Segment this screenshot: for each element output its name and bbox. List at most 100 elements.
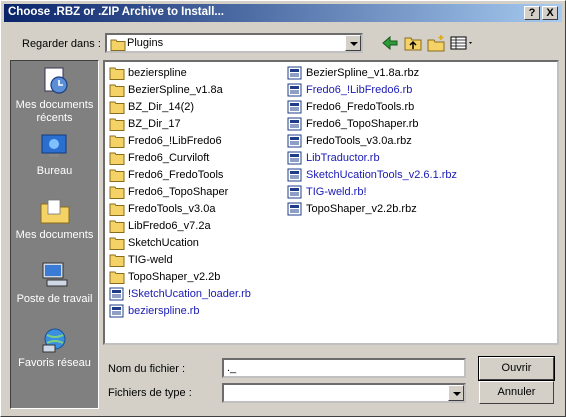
folder-item[interactable]: Fredo6_FredoTools: [109, 166, 223, 183]
ruby-file-icon: [287, 202, 302, 215]
new-folder-icon[interactable]: [426, 34, 446, 52]
item-name: Fredo6_TopoShaper.rb: [306, 117, 419, 130]
folder-item[interactable]: SketchUcation: [109, 234, 199, 251]
filename-input[interactable]: [222, 358, 466, 378]
file-open-dialog: Choose .RBZ or .ZIP Archive to Install..…: [0, 0, 566, 417]
folder-item[interactable]: FredoTools_v3.0a: [109, 200, 215, 217]
look-in-value: Plugins: [127, 37, 164, 49]
place-recent-documents[interactable]: Mes documents récents: [11, 65, 98, 125]
folder-icon: [109, 271, 125, 284]
item-name: FredoTools_v3.0a: [128, 202, 216, 215]
chevron-down-icon[interactable]: [345, 35, 361, 51]
filename-label: Nom du fichier :: [108, 363, 186, 375]
folder-icon: [109, 203, 125, 216]
file-item[interactable]: Fredo6_TopoShaper.rb: [287, 115, 419, 132]
folder-icon: [109, 84, 125, 97]
place-label: Mes documents: [15, 229, 94, 241]
views-menu-icon[interactable]: [449, 34, 475, 52]
item-name: TIG-weld: [128, 253, 173, 266]
desktop-icon: [41, 134, 66, 157]
folder-item[interactable]: TIG-weld: [109, 251, 173, 268]
folder-icon: [109, 220, 125, 233]
file-item[interactable]: SketchUcationTools_v2.6.1.rbz: [287, 166, 457, 183]
folder-item[interactable]: Fredo6_TopoShaper: [109, 183, 228, 200]
item-name: SketchUcationTools_v2.6.1.rbz: [306, 168, 458, 181]
item-name: SketchUcation: [128, 236, 199, 249]
file-list[interactable]: bezierspline BezierSpline_v1.8a BZ_Dir_14(…: [103, 60, 559, 345]
filetype-dropdown[interactable]: [222, 383, 466, 403]
my-computer-icon: [42, 262, 67, 287]
folder-item[interactable]: Fredo6_Curviloft: [109, 149, 209, 166]
place-label: Favoris réseau: [18, 357, 91, 369]
item-name: Fredo6_Curviloft: [128, 151, 210, 164]
folder-icon: [110, 39, 126, 51]
folder-icon: [109, 135, 125, 148]
item-name: Fredo6_!LibFredo6: [128, 134, 222, 147]
place-my-documents[interactable]: Mes documents: [11, 195, 98, 242]
chevron-down-icon[interactable]: [448, 385, 464, 401]
ruby-file-icon: [287, 66, 302, 79]
item-name: FredoTools_v3.0a.rbz: [306, 134, 412, 147]
look-in-label: Regarder dans :: [22, 38, 101, 50]
place-network[interactable]: Favoris réseau: [11, 323, 98, 370]
item-name: BezierSpline_v1.8a.rbz: [306, 66, 420, 79]
folder-icon: [109, 118, 125, 131]
file-item[interactable]: LibTraductor.rb: [287, 149, 380, 166]
ruby-file-icon: [109, 304, 124, 317]
look-in-dropdown[interactable]: Plugins: [105, 33, 363, 53]
file-item[interactable]: FredoTools_v3.0a.rbz: [287, 132, 412, 149]
item-name: bezierspline.rb: [128, 304, 200, 317]
item-name: TopoShaper_v2.2b: [128, 270, 221, 283]
folder-icon: [109, 237, 125, 250]
folder-item[interactable]: BZ_Dir_14(2): [109, 98, 194, 115]
folder-icon: [109, 186, 125, 199]
item-name: !SketchUcation_loader.rb: [128, 287, 251, 300]
item-name: Fredo6_FredoTools.rb: [306, 100, 415, 113]
cancel-button[interactable]: Annuler: [479, 381, 554, 404]
file-item[interactable]: !SketchUcation_loader.rb: [109, 285, 251, 302]
up-folder-icon[interactable]: [403, 34, 423, 52]
item-name: TIG-weld.rb!: [306, 185, 367, 198]
folder-item[interactable]: BZ_Dir_17: [109, 115, 181, 132]
item-name: TopoShaper_v2.2b.rbz: [306, 202, 417, 215]
folder-item[interactable]: bezierspline: [109, 64, 187, 81]
ruby-file-icon: [287, 83, 302, 96]
window-title: Choose .RBZ or .ZIP Archive to Install..…: [8, 6, 224, 18]
recent-documents-icon: [44, 67, 68, 94]
my-documents-icon: [40, 199, 69, 224]
file-item[interactable]: TopoShaper_v2.2b.rbz: [287, 200, 417, 217]
ruby-file-icon: [287, 151, 302, 164]
ruby-file-icon: [287, 100, 302, 113]
file-item[interactable]: BezierSpline_v1.8a.rbz: [287, 64, 419, 81]
place-label: Poste de travail: [16, 293, 93, 305]
file-item[interactable]: Fredo6_!LibFredo6.rb: [287, 81, 412, 98]
item-name: LibFredo6_v7.2a: [128, 219, 211, 232]
ruby-file-icon: [109, 287, 124, 300]
folder-item[interactable]: BezierSpline_v1.8a: [109, 81, 223, 98]
help-button[interactable]: ?: [524, 6, 540, 20]
file-item[interactable]: Fredo6_FredoTools.rb: [287, 98, 414, 115]
title-bar[interactable]: Choose .RBZ or .ZIP Archive to Install..…: [4, 4, 562, 22]
item-name: BezierSpline_v1.8a: [128, 83, 223, 96]
close-button[interactable]: X: [542, 6, 558, 20]
file-item[interactable]: bezierspline.rb: [109, 302, 200, 319]
file-item[interactable]: TIG-weld.rb!: [287, 183, 367, 200]
item-name: bezierspline: [128, 66, 187, 79]
open-button[interactable]: Ouvrir: [478, 356, 555, 381]
place-desktop[interactable]: Bureau: [11, 131, 98, 178]
item-name: BZ_Dir_17: [128, 117, 181, 130]
ruby-file-icon: [287, 185, 302, 198]
folder-item[interactable]: Fredo6_!LibFredo6: [109, 132, 222, 149]
ruby-file-icon: [287, 168, 302, 181]
item-name: BZ_Dir_14(2): [128, 100, 195, 113]
item-name: LibTraductor.rb: [306, 151, 380, 164]
place-label: Mes documents récents: [15, 99, 94, 124]
folder-icon: [109, 254, 125, 267]
folder-item[interactable]: TopoShaper_v2.2b: [109, 268, 220, 285]
back-arrow-icon[interactable]: [380, 34, 400, 52]
folder-item[interactable]: LibFredo6_v7.2a: [109, 217, 211, 234]
folder-icon: [109, 67, 125, 80]
network-places-icon: [42, 328, 65, 353]
place-label: Bureau: [36, 165, 73, 177]
place-my-computer[interactable]: Poste de travail: [11, 259, 98, 306]
